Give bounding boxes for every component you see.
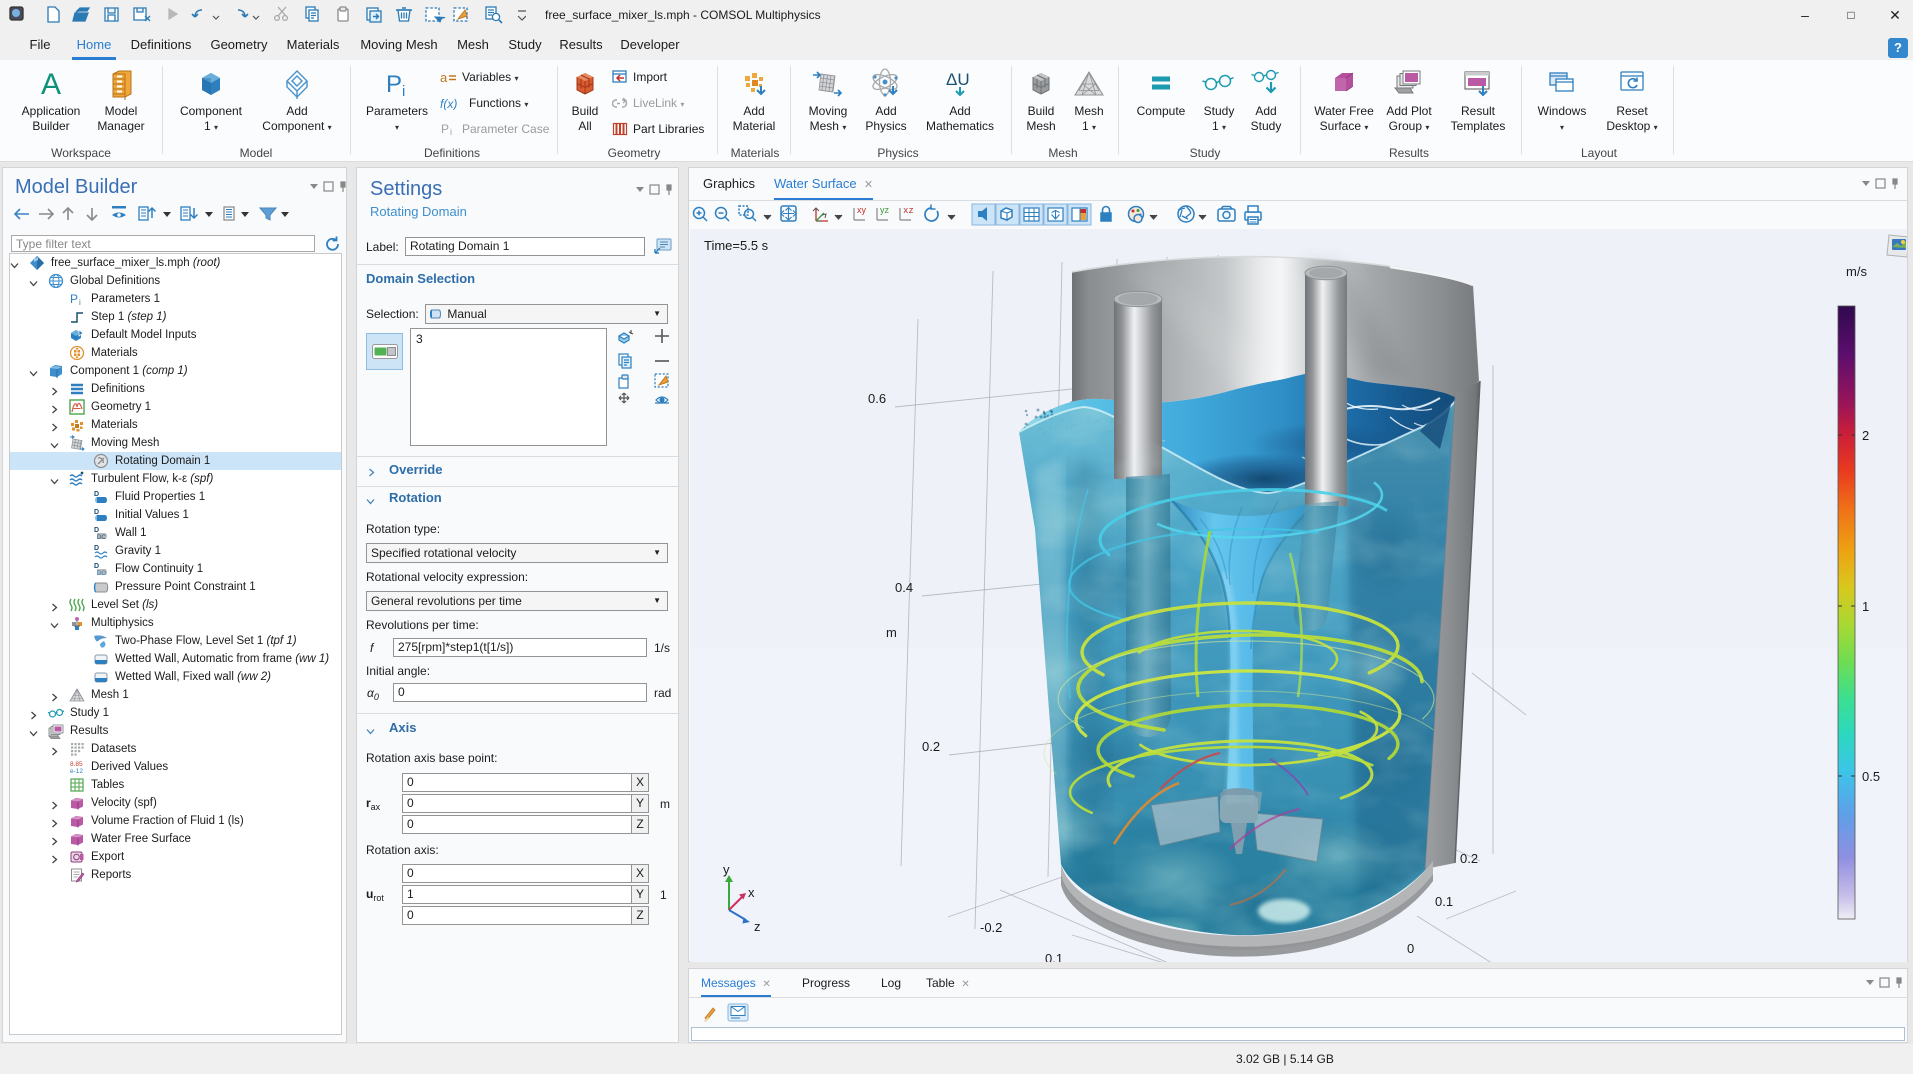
- svg-text:0.2: 0.2: [1460, 851, 1478, 866]
- svg-text:0.1: 0.1: [1435, 894, 1453, 909]
- svg-text:m: m: [886, 625, 897, 640]
- svg-text:0.5: 0.5: [1862, 769, 1880, 784]
- svg-text:0.1: 0.1: [1045, 951, 1063, 962]
- svg-text:i: i: [402, 83, 405, 100]
- svg-text:P: P: [70, 292, 78, 306]
- svg-text:f(x): f(x): [440, 97, 457, 110]
- svg-text:D: D: [94, 509, 99, 516]
- svg-text:x: x: [748, 885, 755, 900]
- svg-text:z: z: [754, 919, 761, 934]
- svg-text:ΔU: ΔU: [946, 70, 970, 89]
- svg-text:y: y: [723, 862, 730, 877]
- svg-text:DO: DO: [97, 571, 106, 577]
- svg-text:D: D: [94, 545, 99, 552]
- svg-text:e-12: e-12: [70, 768, 83, 775]
- svg-text:8.85: 8.85: [70, 761, 83, 768]
- svg-text:D: D: [94, 527, 99, 534]
- svg-text:P: P: [441, 122, 449, 136]
- svg-text:D: D: [94, 491, 99, 498]
- svg-text:i: i: [450, 127, 452, 136]
- svg-text:0.4: 0.4: [895, 580, 913, 595]
- svg-text:A: A: [41, 68, 61, 100]
- svg-text:i: i: [79, 298, 81, 307]
- svg-text:1: 1: [1862, 599, 1869, 614]
- svg-text:Time=5.5 s: Time=5.5 s: [704, 238, 769, 253]
- svg-text:D: D: [94, 563, 99, 570]
- svg-text:DC: DC: [97, 535, 106, 541]
- svg-text:-0.2: -0.2: [980, 920, 1002, 935]
- svg-text:yz: yz: [880, 205, 890, 215]
- svg-text:a: a: [440, 70, 448, 84]
- svg-text:xy: xy: [857, 205, 867, 215]
- svg-text:P: P: [386, 71, 402, 98]
- svg-text:0.6: 0.6: [868, 391, 886, 406]
- svg-text:xz: xz: [903, 206, 914, 216]
- svg-text:0: 0: [1407, 941, 1414, 956]
- svg-text:m/s: m/s: [1846, 264, 1867, 279]
- svg-text:0.2: 0.2: [922, 739, 940, 754]
- svg-text:2: 2: [1862, 428, 1869, 443]
